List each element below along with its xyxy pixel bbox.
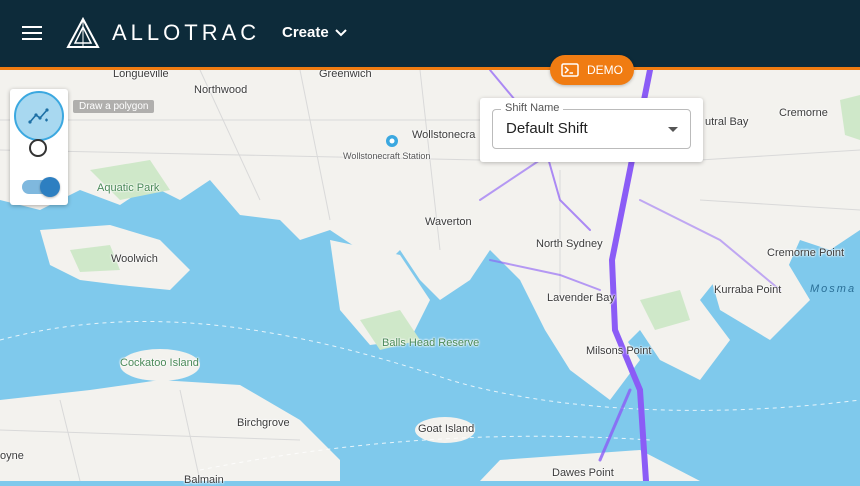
map-label-northwood: Northwood	[194, 84, 248, 96]
top-app-bar: ALLOTRAC Create	[0, 0, 860, 70]
map-label-balls-head-reserve: Balls Head Reserve	[382, 337, 480, 349]
dropdown-caret-icon	[668, 127, 678, 132]
hamburger-menu-icon[interactable]	[20, 22, 44, 46]
map-label-goat-island: Goat Island	[418, 423, 475, 435]
map-label-north-sydney: North Sydney	[536, 238, 603, 250]
brand-name: ALLOTRAC	[112, 20, 261, 45]
chevron-down-icon	[334, 28, 347, 36]
map[interactable]: Longueville Greenwich Northwood Wollston…	[0, 0, 860, 486]
map-label-birchgrove: Birchgrove	[237, 417, 290, 429]
map-label-mosman: Mosma	[810, 283, 857, 295]
map-label-balmain: Balmain	[184, 474, 224, 486]
draw-tools-panel	[10, 89, 68, 205]
map-label-woolwich: Woolwich	[111, 253, 158, 265]
draw-polygon-button[interactable]	[14, 91, 64, 141]
map-label-wollstonecraft-station: Wollstonecraft Station	[343, 151, 431, 161]
map-label-oyne: oyne	[0, 450, 24, 462]
shift-name-label: Shift Name	[501, 102, 564, 114]
allotrac-logo[interactable]: ALLOTRAC	[66, 16, 260, 50]
map-label-cockatoo-island: Cockatoo Island	[120, 357, 199, 369]
shift-name-value: Default Shift	[506, 120, 588, 137]
demo-badge: DEMO	[550, 55, 634, 85]
map-label-wollstonecraft: Wollstonecra	[412, 129, 476, 141]
map-label-kurraba-point: Kurraba Point	[714, 284, 782, 296]
shift-selector-card: Default Shift Shift Name	[480, 98, 703, 162]
map-label-milsons-point: Milsons Point	[586, 345, 652, 357]
map-label-lavender-bay: Lavender Bay	[547, 292, 615, 304]
map-label-cremorne: Cremorne	[779, 107, 828, 119]
demo-badge-label: DEMO	[587, 63, 623, 77]
draw-circle-button[interactable]	[29, 139, 47, 157]
map-label-cremorne-point: Cremorne Point	[767, 247, 845, 259]
logo-mark-icon	[66, 17, 100, 48]
create-menu-button[interactable]: Create	[282, 24, 347, 41]
layer-toggle-switch[interactable]	[22, 177, 60, 197]
toggle-knob	[40, 177, 60, 197]
terminal-icon	[561, 63, 579, 77]
map-label-dawes-point: Dawes Point	[552, 467, 614, 479]
map-label-neutral-bay: utral Bay	[705, 116, 749, 128]
map-label-aquatic-park: Aquatic Park	[97, 182, 160, 194]
polygon-draw-icon	[28, 108, 49, 124]
draw-polygon-tooltip: Draw a polygon	[73, 100, 155, 113]
map-label-waverton: Waverton	[425, 216, 472, 228]
shift-name-select[interactable]: Default Shift	[492, 109, 691, 149]
create-menu-label: Create	[282, 24, 329, 41]
